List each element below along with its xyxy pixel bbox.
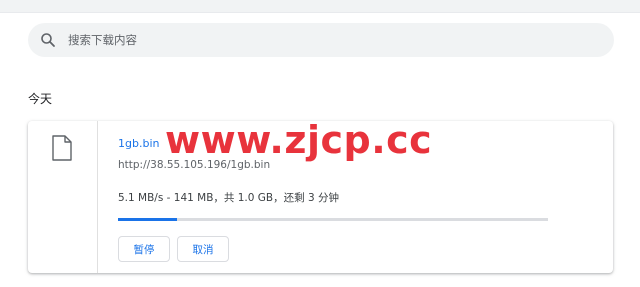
cancel-button[interactable]: 取消	[177, 236, 229, 262]
search-input[interactable]	[66, 32, 590, 48]
search-bar[interactable]	[28, 23, 614, 57]
file-icon	[52, 135, 72, 165]
download-status: 5.1 MB/s - 141 MB，共 1.0 GB，还剩 3 分钟	[118, 192, 339, 204]
top-toolbar	[0, 0, 640, 13]
date-section-label: 今天	[28, 92, 53, 106]
search-icon	[40, 32, 56, 48]
file-name-link[interactable]: 1gb.bin	[118, 137, 159, 150]
watermark-text: www.zjcp.cc	[165, 118, 433, 162]
pause-button[interactable]: 暂停	[118, 236, 170, 262]
progress-fill	[118, 218, 178, 221]
download-icon-column	[28, 121, 98, 273]
progress-bar	[118, 218, 548, 221]
